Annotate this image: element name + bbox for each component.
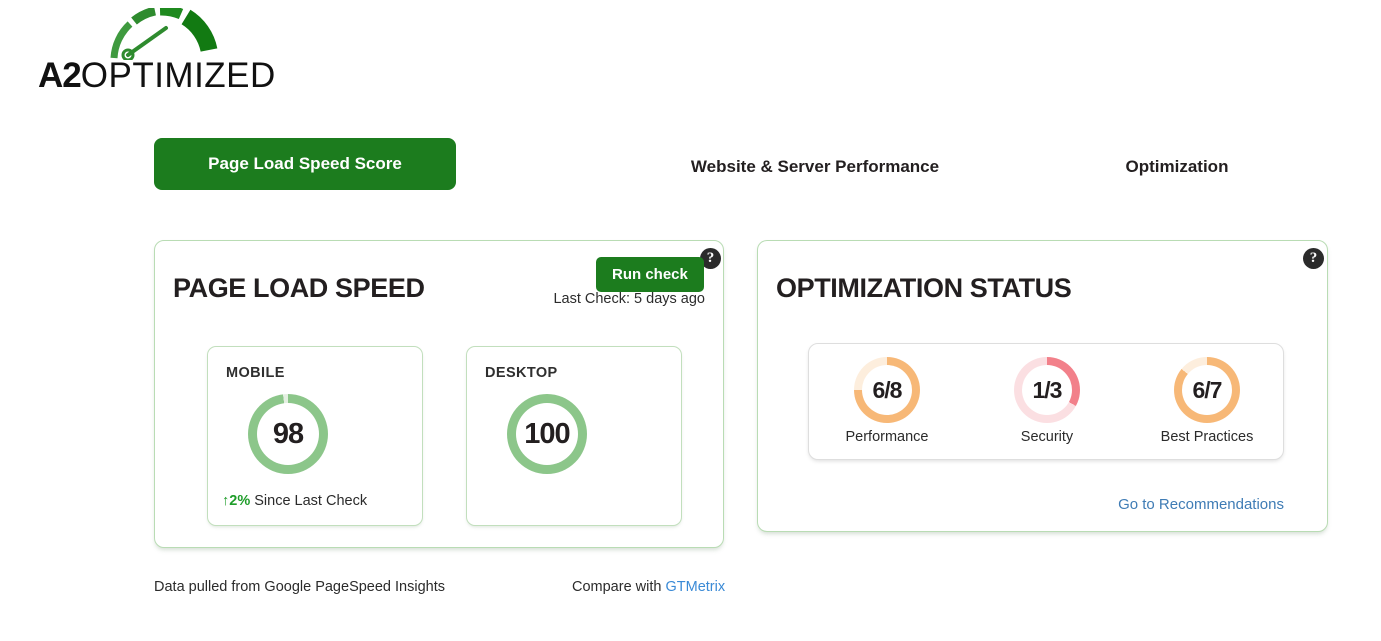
speedometer-gauge-icon (110, 8, 218, 60)
optimization-metrics-panel: 6/8 Performance 1/3 Security 6/7 Best Pr… (808, 343, 1284, 460)
mobile-ring-center: 98 (257, 403, 319, 465)
mobile-delta-text: Since Last Check (254, 493, 368, 509)
performance-value: 6/8 (872, 376, 903, 403)
mobile-score-ring: 98 (248, 394, 328, 474)
tab-bar: Page Load Speed Score Website & Server P… (154, 138, 1314, 210)
mobile-delta: ↑2% Since Last Check (222, 493, 367, 509)
best-practices-value: 6/7 (1192, 376, 1223, 403)
desktop-score-card: DESKTOP 100 (466, 346, 682, 526)
tab-page-load-speed-score[interactable]: Page Load Speed Score (154, 138, 456, 190)
data-source-note: Data pulled from Google PageSpeed Insigh… (154, 579, 445, 595)
security-ring: 1/3 (1014, 357, 1080, 423)
compare-prefix: Compare with (572, 579, 666, 595)
performance-ring-center: 6/8 (862, 365, 912, 415)
desktop-score-ring: 100 (507, 394, 587, 474)
mobile-label: MOBILE (226, 365, 285, 381)
desktop-ring-center: 100 (516, 403, 578, 465)
tab-website-server-performance[interactable]: Website & Server Performance (590, 138, 1040, 181)
brand-wordmark: A2OPTIMIZED (38, 58, 276, 93)
brand-name-bold: A2 (38, 56, 82, 95)
desktop-score-value: 100 (524, 417, 570, 450)
mobile-score-card: MOBILE 98 ↑2% Since Last Check (207, 346, 423, 526)
last-check-label: Last Check: 5 days ago (553, 291, 705, 307)
best-practices-ring: 6/7 (1174, 357, 1240, 423)
performance-ring: 6/8 (854, 357, 920, 423)
gtmetrix-link[interactable]: GTMetrix (665, 579, 725, 595)
page-load-speed-card: PAGE LOAD SPEED ? Run check Last Check: … (154, 240, 724, 548)
optimization-status-card: OPTIMIZATION STATUS ? 6/8 Performance 1/… (757, 240, 1328, 532)
security-label: Security (1020, 429, 1074, 445)
page-root: A2OPTIMIZED Page Load Speed Score Websit… (0, 0, 1381, 641)
optimization-item-best-practices: 6/7 Best Practices (1129, 357, 1285, 445)
run-check-button[interactable]: Run check (596, 257, 704, 292)
brand-logo: A2OPTIMIZED (38, 8, 288, 94)
performance-label: Performance (845, 429, 929, 445)
best-practices-ring-center: 6/7 (1182, 365, 1232, 415)
tab-optimization[interactable]: Optimization (1040, 138, 1314, 181)
help-icon[interactable]: ? (1303, 248, 1324, 269)
mobile-delta-value: 2% (229, 493, 251, 509)
compare-note: Compare with GTMetrix (572, 579, 725, 595)
security-ring-center: 1/3 (1022, 365, 1072, 415)
optimization-item-performance: 6/8 Performance (809, 357, 965, 445)
brand-name-light: OPTIMIZED (80, 56, 276, 95)
go-to-recommendations-link[interactable]: Go to Recommendations (1028, 496, 1284, 513)
optimization-item-security: 1/3 Security (969, 357, 1125, 445)
desktop-label: DESKTOP (485, 365, 558, 381)
page-load-speed-title: PAGE LOAD SPEED (173, 273, 425, 303)
mobile-score-value: 98 (272, 417, 304, 450)
best-practices-label: Best Practices (1160, 429, 1254, 445)
optimization-status-title: OPTIMIZATION STATUS (776, 273, 1072, 303)
security-value: 1/3 (1032, 376, 1063, 403)
